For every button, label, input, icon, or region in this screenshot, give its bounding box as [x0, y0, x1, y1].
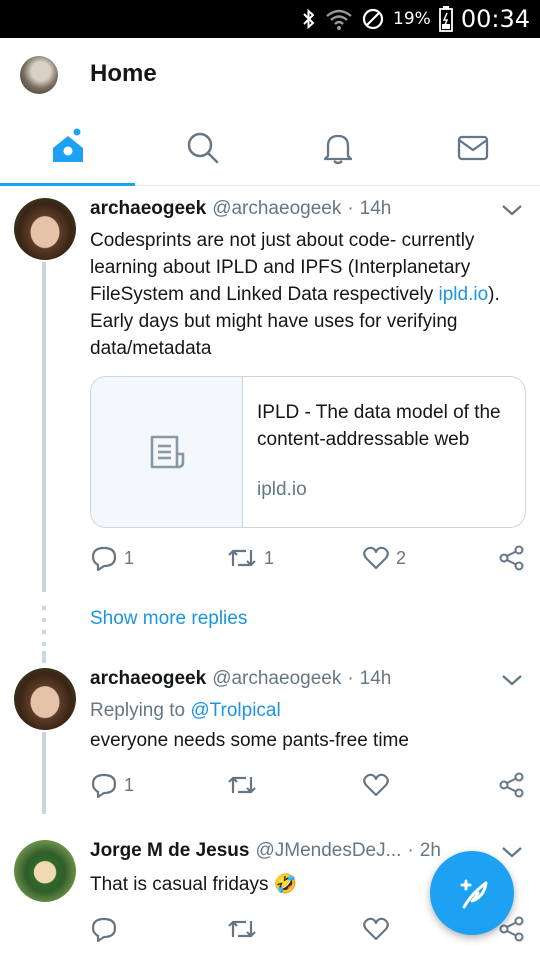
- like-button[interactable]: [362, 914, 396, 944]
- retweet-count: 1: [264, 547, 275, 568]
- retweet-icon: [228, 920, 256, 938]
- heart-icon: [363, 917, 389, 941]
- heart-icon: [363, 546, 389, 570]
- like-button[interactable]: [362, 770, 396, 800]
- battery-icon: [438, 6, 453, 32]
- no-signal-icon: [362, 8, 384, 30]
- clock: 00:34: [460, 5, 530, 33]
- tweet-text: Codesprints are not just about code- cur…: [90, 227, 526, 362]
- author-handle[interactable]: @archaeogeek: [212, 198, 341, 220]
- reply-icon: [91, 773, 117, 799]
- rofl-emoji: 🤣: [273, 874, 298, 895]
- share-icon: [499, 772, 524, 798]
- bluetooth-icon: [303, 8, 315, 30]
- tab-bar: [0, 110, 540, 186]
- avatar[interactable]: [14, 198, 76, 260]
- avatar[interactable]: [14, 668, 76, 730]
- mention-link[interactable]: @Trolpical: [190, 700, 280, 721]
- author-handle[interactable]: @JMendesDeJ...: [255, 840, 401, 862]
- retweet-button[interactable]: [226, 770, 264, 800]
- tab-search[interactable]: [135, 110, 270, 186]
- search-icon: [187, 132, 218, 164]
- like-button[interactable]: 2: [362, 543, 406, 573]
- tweet[interactable]: archaeogeek @archaeogeek · 14h Codesprin…: [0, 186, 540, 592]
- separator: ·: [407, 840, 414, 861]
- tweet[interactable]: archaeogeek @archaeogeek · 14h Replying …: [0, 656, 540, 816]
- like-count: 2: [396, 547, 407, 568]
- separator: ·: [347, 198, 354, 219]
- tab-home[interactable]: [0, 110, 135, 186]
- avatar[interactable]: [20, 56, 58, 94]
- retweet-icon: [228, 549, 256, 567]
- card-domain: ipld.io: [257, 479, 307, 500]
- timestamp[interactable]: 14h: [360, 668, 392, 690]
- author-name[interactable]: archaeogeek: [90, 198, 206, 220]
- tweet-header: Jorge M de Jesus @JMendesDeJ... · 2h: [90, 840, 441, 862]
- wifi-icon: [326, 9, 352, 30]
- retweet-icon: [228, 776, 256, 794]
- bell-icon: [323, 134, 352, 165]
- reply-button[interactable]: 1: [90, 770, 134, 800]
- tweet-text-part: Codesprints are not just about code- cur…: [90, 230, 475, 305]
- compose-feather-icon: [460, 879, 488, 909]
- tab-messages[interactable]: [405, 110, 540, 186]
- tweet-actions: 1 1 2: [90, 543, 530, 573]
- link-card[interactable]: IPLD - The data model of the content-add…: [90, 376, 526, 528]
- reply-count: 1: [124, 774, 135, 795]
- avatar[interactable]: [14, 840, 76, 902]
- tweet-text-part: That is casual fridays: [90, 874, 269, 895]
- tweet-actions: 1: [90, 770, 530, 800]
- card-title: IPLD - The data model of the content-add…: [257, 402, 501, 450]
- replying-to: Replying to @Trolpical: [90, 700, 281, 722]
- retweet-button[interactable]: [226, 914, 264, 944]
- tweet-link[interactable]: ipld.io: [439, 284, 489, 305]
- reply-button[interactable]: [90, 914, 124, 944]
- status-bar: 19% 00:34: [0, 0, 540, 38]
- reply-count: 1: [124, 547, 135, 568]
- tweet-header: archaeogeek @archaeogeek · 14h: [90, 198, 391, 220]
- card-thumbnail: [91, 377, 243, 527]
- page-title: Home: [90, 60, 157, 87]
- author-handle[interactable]: @archaeogeek: [212, 668, 341, 690]
- timestamp[interactable]: 14h: [360, 198, 392, 220]
- tweet-header: archaeogeek @archaeogeek · 14h: [90, 668, 391, 690]
- share-button[interactable]: [498, 543, 526, 573]
- replying-to-prefix: Replying to: [90, 700, 191, 721]
- compose-tweet-button[interactable]: [430, 851, 514, 935]
- chevron-down-icon[interactable]: [500, 672, 524, 688]
- tab-notifications[interactable]: [270, 110, 405, 186]
- show-more-replies-link[interactable]: Show more replies: [90, 608, 247, 630]
- reply-icon: [91, 546, 117, 572]
- reply-button[interactable]: 1: [90, 543, 134, 573]
- share-button[interactable]: [498, 770, 526, 800]
- reply-icon: [91, 917, 117, 943]
- thread-line: [42, 732, 46, 814]
- timestamp[interactable]: 2h: [420, 840, 441, 862]
- mail-icon: [457, 135, 488, 161]
- battery-percent: 19%: [393, 9, 431, 29]
- chevron-down-icon[interactable]: [500, 844, 524, 860]
- home-icon: [52, 128, 83, 162]
- author-name[interactable]: archaeogeek: [90, 668, 206, 690]
- document-icon: [150, 435, 184, 469]
- top-bar: Home: [0, 38, 540, 110]
- author-name[interactable]: Jorge M de Jesus: [90, 840, 249, 862]
- separator: ·: [347, 668, 354, 689]
- tweet-text: everyone needs some pants-free time: [90, 730, 409, 751]
- thread-gap-dots: [42, 606, 46, 646]
- share-icon: [499, 545, 524, 571]
- retweet-button[interactable]: 1: [226, 543, 274, 573]
- thread-line: [42, 262, 46, 592]
- heart-icon: [363, 773, 389, 797]
- chevron-down-icon[interactable]: [500, 202, 524, 218]
